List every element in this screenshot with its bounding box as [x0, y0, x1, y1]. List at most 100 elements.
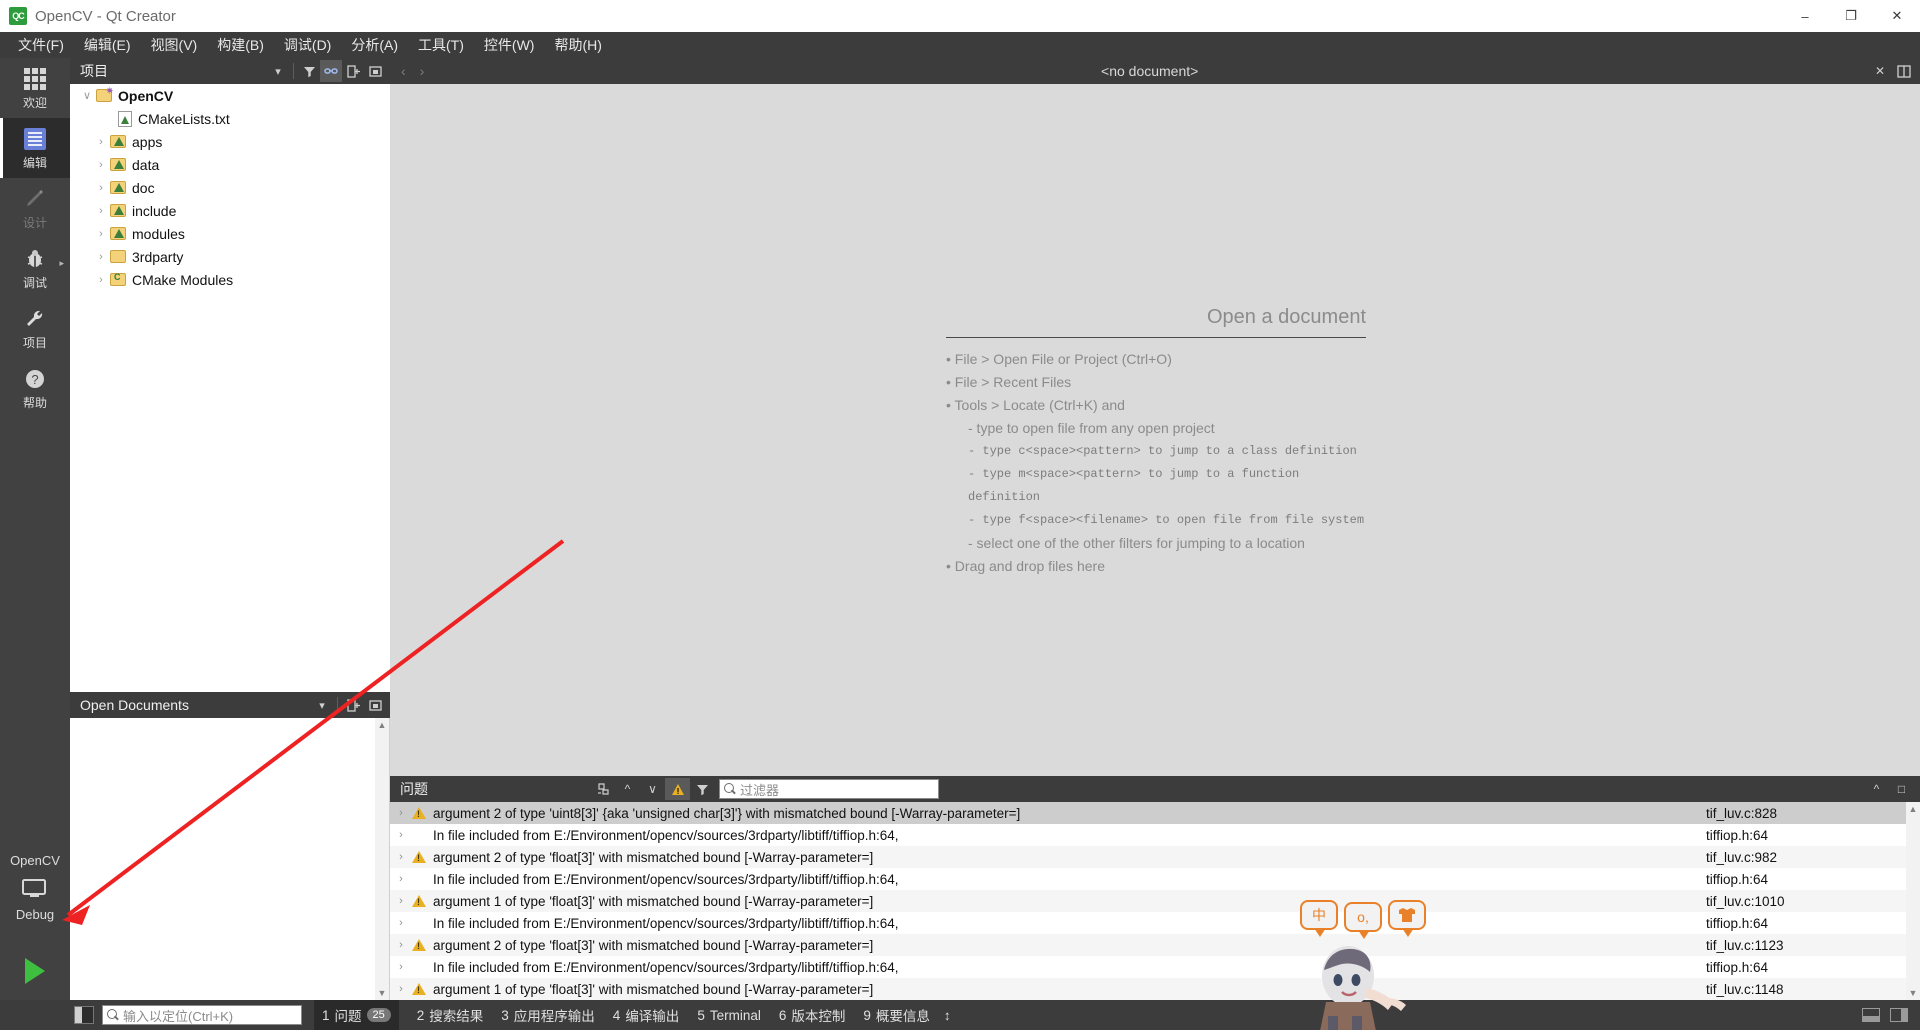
- dropdown-icon[interactable]: ▾: [311, 694, 333, 716]
- output-pane-right-icon[interactable]: [1890, 1008, 1908, 1022]
- issue-description: In file included from E:/Environment/ope…: [433, 871, 899, 887]
- split-icon[interactable]: [342, 694, 364, 716]
- editor-area[interactable]: Open a document • File > Open File or Pr…: [390, 84, 1920, 776]
- menu-analyze[interactable]: 分析(A): [341, 32, 408, 58]
- status-tab-version-control[interactable]: 6 版本控制: [779, 1005, 846, 1025]
- project-tree[interactable]: ∨ OpenCV CMakeLists.txt › apps › data › …: [70, 84, 390, 692]
- twisty-icon[interactable]: ∨: [78, 89, 96, 102]
- menu-widgets[interactable]: 控件(W): [474, 32, 545, 58]
- scroll-up-icon[interactable]: ▲: [378, 718, 387, 732]
- tree-item-include[interactable]: › include: [70, 199, 390, 222]
- twisty-icon[interactable]: ›: [92, 136, 110, 148]
- issue-file: tif_luv.c:1148: [1706, 981, 1784, 997]
- issues-list[interactable]: › argument 2 of type 'uint8[3]' {aka 'un…: [390, 802, 1920, 1000]
- close-panel-icon[interactable]: [364, 694, 386, 716]
- table-row[interactable]: › argument 2 of type 'uint8[3]' {aka 'un…: [390, 802, 1920, 824]
- nav-forward-button[interactable]: ›: [413, 63, 432, 79]
- status-tab-search-results[interactable]: 2 搜索结果: [417, 1005, 484, 1025]
- maximize-icon[interactable]: □: [1889, 778, 1914, 800]
- panel-resize-handle[interactable]: ↕: [944, 1008, 951, 1023]
- menu-build[interactable]: 构建(B): [207, 32, 274, 58]
- link-icon[interactable]: [320, 60, 342, 82]
- table-row[interactable]: › In file included from E:/Environment/o…: [390, 868, 1920, 890]
- twisty-icon[interactable]: ›: [390, 873, 412, 885]
- minimize-button[interactable]: –: [1782, 0, 1828, 32]
- collapse-icon[interactable]: ^: [1864, 778, 1889, 800]
- twisty-icon[interactable]: ›: [390, 961, 412, 973]
- close-button[interactable]: ✕: [1874, 0, 1920, 32]
- twisty-icon[interactable]: ›: [390, 895, 412, 907]
- scroll-up-icon[interactable]: ▲: [1909, 802, 1918, 816]
- menu-view[interactable]: 视图(V): [141, 32, 208, 58]
- mode-welcome[interactable]: 欢迎: [0, 58, 70, 118]
- tree-item-opencv[interactable]: ∨ OpenCV: [70, 84, 390, 107]
- filter-icon[interactable]: [690, 778, 715, 800]
- mode-debug[interactable]: ▸ 调试: [0, 238, 70, 298]
- open-documents-list[interactable]: ▲ ▼: [70, 718, 390, 1000]
- split-icon[interactable]: [342, 60, 364, 82]
- twisty-icon[interactable]: ›: [92, 274, 110, 286]
- status-tab-app-output[interactable]: 3 应用程序输出: [501, 1005, 595, 1025]
- twisty-icon[interactable]: ›: [92, 251, 110, 263]
- twisty-icon[interactable]: ›: [390, 983, 412, 995]
- run-button[interactable]: [0, 948, 70, 994]
- sidebar-toggle-icon[interactable]: [74, 1006, 94, 1024]
- locator-input[interactable]: 输入以定位(Ctrl+K): [102, 1005, 302, 1025]
- scroll-down-icon[interactable]: ▼: [1909, 986, 1918, 1000]
- menu-help[interactable]: 帮助(H): [544, 32, 611, 58]
- filter-icon[interactable]: [298, 60, 320, 82]
- twisty-icon[interactable]: ›: [390, 939, 412, 951]
- export-icon[interactable]: [590, 778, 615, 800]
- nav-back-button[interactable]: ‹: [394, 63, 413, 79]
- tree-item-data[interactable]: › data: [70, 153, 390, 176]
- twisty-icon[interactable]: ›: [390, 917, 412, 929]
- tree-item-modules[interactable]: › modules: [70, 222, 390, 245]
- table-row[interactable]: › argument 1 of type 'float[3]' with mis…: [390, 890, 1920, 912]
- table-row[interactable]: › In file included from E:/Environment/o…: [390, 824, 1920, 846]
- issue-description: argument 1 of type 'float[3]' with misma…: [433, 893, 874, 909]
- tree-item-cmakelists[interactable]: CMakeLists.txt: [70, 107, 390, 130]
- twisty-icon[interactable]: ›: [92, 228, 110, 240]
- tree-item-3rdparty[interactable]: › 3rdparty: [70, 245, 390, 268]
- build-config-selector[interactable]: Debug: [0, 878, 70, 922]
- warning-filter-icon[interactable]: [665, 778, 690, 800]
- mode-edit[interactable]: 编辑: [0, 118, 70, 178]
- close-document-button[interactable]: ✕: [1868, 60, 1892, 82]
- status-tab-general-messages[interactable]: 9 概要信息: [863, 1005, 930, 1025]
- scroll-down-icon[interactable]: ▼: [378, 986, 387, 1000]
- open-documents-scrollbar[interactable]: ▲ ▼: [375, 718, 389, 1000]
- table-row[interactable]: › argument 1 of type 'float[3]' with mis…: [390, 978, 1920, 1000]
- tree-item-cmake-modules[interactable]: › CMake Modules: [70, 268, 390, 291]
- chevron-right-icon[interactable]: ▸: [59, 258, 64, 269]
- twisty-icon[interactable]: ›: [92, 182, 110, 194]
- twisty-icon[interactable]: ›: [390, 851, 412, 863]
- status-tab-issues[interactable]: 1 问题 25: [314, 1000, 399, 1030]
- twisty-icon[interactable]: ›: [390, 829, 412, 841]
- close-panel-icon[interactable]: [364, 60, 386, 82]
- output-pane-bottom-icon[interactable]: [1862, 1008, 1880, 1022]
- table-row[interactable]: › In file included from E:/Environment/o…: [390, 912, 1920, 934]
- filter-dropdown-icon[interactable]: ▾: [267, 60, 289, 82]
- mode-projects[interactable]: 项目: [0, 298, 70, 358]
- menu-tools[interactable]: 工具(T): [408, 32, 474, 58]
- issues-scrollbar[interactable]: ▲ ▼: [1906, 802, 1920, 1000]
- tree-item-doc[interactable]: › doc: [70, 176, 390, 199]
- mode-help[interactable]: ? 帮助: [0, 358, 70, 418]
- menu-file[interactable]: 文件(F): [8, 32, 74, 58]
- table-row[interactable]: › In file included from E:/Environment/o…: [390, 956, 1920, 978]
- twisty-icon[interactable]: ›: [92, 159, 110, 171]
- status-tab-compile-output[interactable]: 4 编译输出: [613, 1005, 680, 1025]
- next-issue-icon[interactable]: ∨: [640, 778, 665, 800]
- twisty-icon[interactable]: ›: [390, 807, 412, 819]
- menu-edit[interactable]: 编辑(E): [74, 32, 141, 58]
- split-window-icon[interactable]: [1892, 60, 1916, 82]
- issues-filter-input[interactable]: 过滤器: [719, 779, 939, 799]
- menu-debug[interactable]: 调试(D): [274, 32, 341, 58]
- twisty-icon[interactable]: ›: [92, 205, 110, 217]
- maximize-button[interactable]: ❐: [1828, 0, 1874, 32]
- prev-issue-icon[interactable]: ^: [615, 778, 640, 800]
- tree-item-apps[interactable]: › apps: [70, 130, 390, 153]
- table-row[interactable]: › argument 2 of type 'float[3]' with mis…: [390, 934, 1920, 956]
- status-tab-terminal[interactable]: 5 Terminal: [697, 1008, 761, 1023]
- table-row[interactable]: › argument 2 of type 'float[3]' with mis…: [390, 846, 1920, 868]
